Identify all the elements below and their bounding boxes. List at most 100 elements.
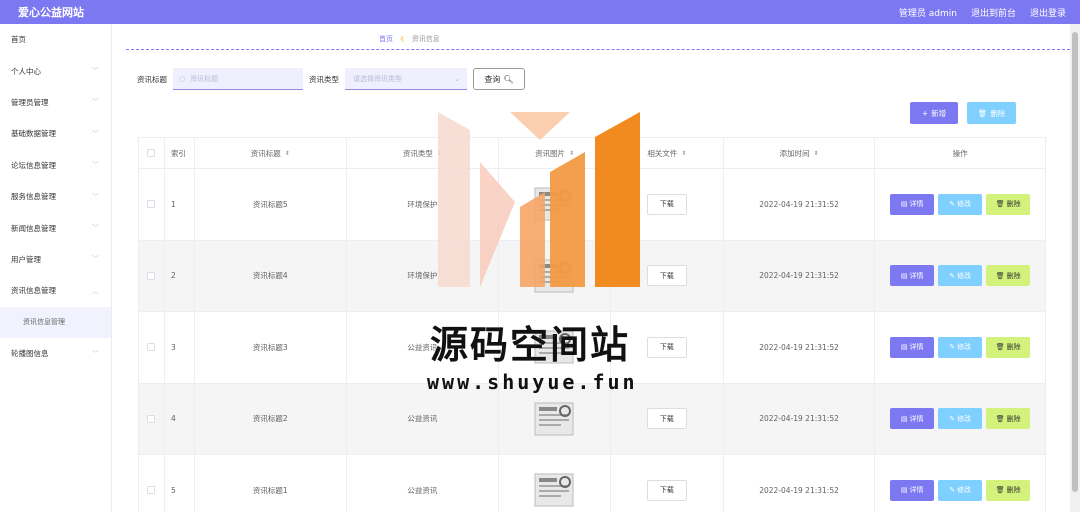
cell-type: 公益资讯 — [347, 455, 500, 512]
exit-to-front-link[interactable]: 退出到前台 — [971, 6, 1016, 19]
news-thumbnail-icon[interactable] — [527, 391, 583, 447]
news-thumbnail-icon[interactable] — [527, 462, 583, 512]
cell-time: 2022-04-19 21:31:52 — [724, 312, 876, 383]
detail-button[interactable]: ▤ 详情 — [890, 479, 935, 501]
sidebar: 首页 个人中心 ﹀ 管理员管理 ﹀ 基础数据管理 ﹀ 论坛信息管理 ﹀ 服务信息管理 ﹀ … — [0, 24, 112, 512]
search-bar: 资讯标题 ○ 资讯标题 资讯类型 请选择资讯类型 ⌄ 查询 🔍︎ — [137, 68, 525, 90]
col-type[interactable]: 资讯类型 ⬍ — [347, 138, 500, 168]
delete-button[interactable]: 🗑︎ 删除 — [986, 193, 1031, 215]
detail-button[interactable]: ▤ 详情 — [890, 193, 935, 215]
chevron-down-icon: ﹀ — [92, 224, 99, 233]
chevron-down-icon: ﹀ — [92, 161, 99, 170]
sidebar-subitem-info-manage[interactable]: 资讯信息管理 — [0, 306, 111, 338]
doc-icon: ▤ — [900, 486, 908, 495]
cell-actions: ▤ 详情 ✎ 修改 🗑︎ 删除 — [875, 312, 1045, 383]
edit-button[interactable]: ✎ 修改 — [938, 265, 983, 287]
bulk-delete-button[interactable]: 🗑︎ 删除 — [967, 102, 1016, 124]
cell-index: 3 — [165, 312, 195, 383]
sidebar-item-home[interactable]: 首页 — [0, 24, 111, 55]
sidebar-item-basic-data[interactable]: 基础数据管理 ﹀ — [0, 118, 111, 149]
watermark-title: 源码空间站 — [430, 323, 631, 367]
cell-title: 资讯标题5 — [195, 169, 347, 240]
delete-button[interactable]: 🗑︎ 删除 — [986, 408, 1031, 430]
detail-button[interactable]: ▤ 详情 — [890, 408, 935, 430]
cell-title: 资讯标题4 — [195, 240, 347, 311]
cell-actions: ▤ 详情 ✎ 修改 🗑︎ 删除 — [875, 169, 1045, 240]
cell-type: 公益资讯 — [347, 383, 500, 454]
chevron-down-icon: ﹀ — [92, 255, 99, 264]
row-checkbox[interactable] — [147, 200, 156, 209]
edit-button[interactable]: ✎ 修改 — [938, 193, 983, 215]
download-button[interactable]: 下载 — [646, 479, 687, 501]
cell-type: 环境保护 — [347, 240, 500, 311]
row-checkbox[interactable] — [147, 486, 156, 495]
chevron-down-icon: ﹀ — [92, 67, 99, 76]
scrollbar[interactable] — [1070, 24, 1080, 512]
cell-image — [499, 240, 611, 311]
download-button[interactable]: 下载 — [646, 265, 687, 287]
pencil-icon: ✎ — [949, 200, 956, 209]
detail-button[interactable]: ▤ 详情 — [890, 336, 935, 358]
news-thumbnail-icon[interactable] — [527, 248, 583, 304]
cell-file: 下载 — [611, 169, 724, 240]
col-file[interactable]: 相关文件 ⬍ — [611, 138, 724, 168]
cell-time: 2022-04-19 21:31:52 — [724, 169, 876, 240]
detail-button[interactable]: ▤ 详情 — [890, 265, 935, 287]
select-all-checkbox[interactable] — [147, 149, 156, 157]
news-thumbnail-icon[interactable] — [527, 176, 583, 232]
row-checkbox[interactable] — [147, 414, 156, 423]
cell-time: 2022-04-19 21:31:52 — [724, 383, 876, 454]
doc-icon: ▤ — [900, 271, 908, 280]
cell-title: 资讯标题2 — [195, 383, 347, 454]
pencil-icon: ✎ — [949, 271, 956, 280]
row-select-cell — [139, 240, 165, 311]
query-button[interactable]: 查询 🔍︎ — [473, 68, 525, 90]
sidebar-item-forum[interactable]: 论坛信息管理 ﹀ — [0, 150, 111, 181]
divider — [126, 49, 1070, 50]
trash-icon: 🗑︎ — [977, 108, 988, 118]
title-search-input[interactable]: ○ 资讯标题 — [173, 68, 303, 90]
col-time[interactable]: 添加时间 ⬍ — [724, 138, 876, 168]
hand-icon: ✌ — [399, 34, 406, 44]
download-button[interactable]: 下载 — [646, 408, 687, 430]
edit-button[interactable]: ✎ 修改 — [938, 408, 983, 430]
sidebar-item-users[interactable]: 用户管理 ﹀ — [0, 244, 111, 275]
add-button[interactable]: + 新增 — [910, 102, 958, 124]
row-checkbox[interactable] — [147, 271, 156, 280]
breadcrumb-home[interactable]: 首页 — [379, 34, 393, 44]
sidebar-item-news[interactable]: 新闻信息管理 ﹀ — [0, 212, 111, 243]
trash-icon: 🗑︎ — [995, 486, 1005, 495]
cell-actions: ▤ 详情 ✎ 修改 🗑︎ 删除 — [875, 384, 1045, 455]
download-button[interactable]: 下载 — [646, 336, 687, 358]
col-actions: 操作 — [952, 148, 968, 158]
search-icon: ○ — [179, 74, 186, 83]
table-row: 4 资讯标题2 公益资讯 下载 2022-04-19 21:31:52 ▤ 详情 ✎ 修改 🗑︎ 删… — [139, 383, 1045, 455]
row-checkbox[interactable] — [147, 343, 156, 352]
delete-button[interactable]: 🗑︎ 删除 — [986, 265, 1031, 287]
delete-button[interactable]: 🗑︎ 删除 — [986, 479, 1031, 501]
sidebar-item-personal[interactable]: 个人中心 ﹀ — [0, 55, 111, 86]
download-button[interactable]: 下载 — [646, 193, 687, 215]
edit-button[interactable]: ✎ 修改 — [938, 336, 983, 358]
row-select-cell — [139, 169, 165, 240]
table-row: 2 资讯标题4 环境保护 下载 2022-04-19 21:31:52 ▤ 详情 ✎ 修改 🗑︎ 删… — [139, 240, 1045, 312]
row-select-cell — [139, 455, 165, 512]
doc-icon: ▤ — [900, 200, 908, 209]
plus-icon: + — [921, 108, 929, 118]
pencil-icon: ✎ — [949, 486, 956, 495]
logout-link[interactable]: 退出登录 — [1030, 6, 1066, 19]
sidebar-item-carousel[interactable]: 轮播图信息 ﹀ — [0, 338, 111, 369]
col-title[interactable]: 资讯标题 ⬍ — [195, 138, 347, 168]
cell-index: 4 — [165, 383, 195, 454]
edit-button[interactable]: ✎ 修改 — [938, 479, 983, 501]
sidebar-item-admin[interactable]: 管理员管理 ﹀ — [0, 87, 111, 118]
cell-file: 下载 — [611, 455, 724, 512]
cell-title: 资讯标题3 — [195, 312, 347, 383]
sidebar-item-info[interactable]: 资讯信息管理 ︿ — [0, 275, 111, 306]
sidebar-item-service[interactable]: 服务信息管理 ﹀ — [0, 181, 111, 212]
pencil-icon: ✎ — [949, 414, 956, 423]
col-image[interactable]: 资讯图片 ⬍ — [499, 138, 611, 168]
type-select[interactable]: 请选择资讯类型 ⌄ — [345, 68, 467, 90]
delete-button[interactable]: 🗑︎ 删除 — [986, 336, 1031, 358]
scrollbar-thumb[interactable] — [1072, 32, 1078, 492]
